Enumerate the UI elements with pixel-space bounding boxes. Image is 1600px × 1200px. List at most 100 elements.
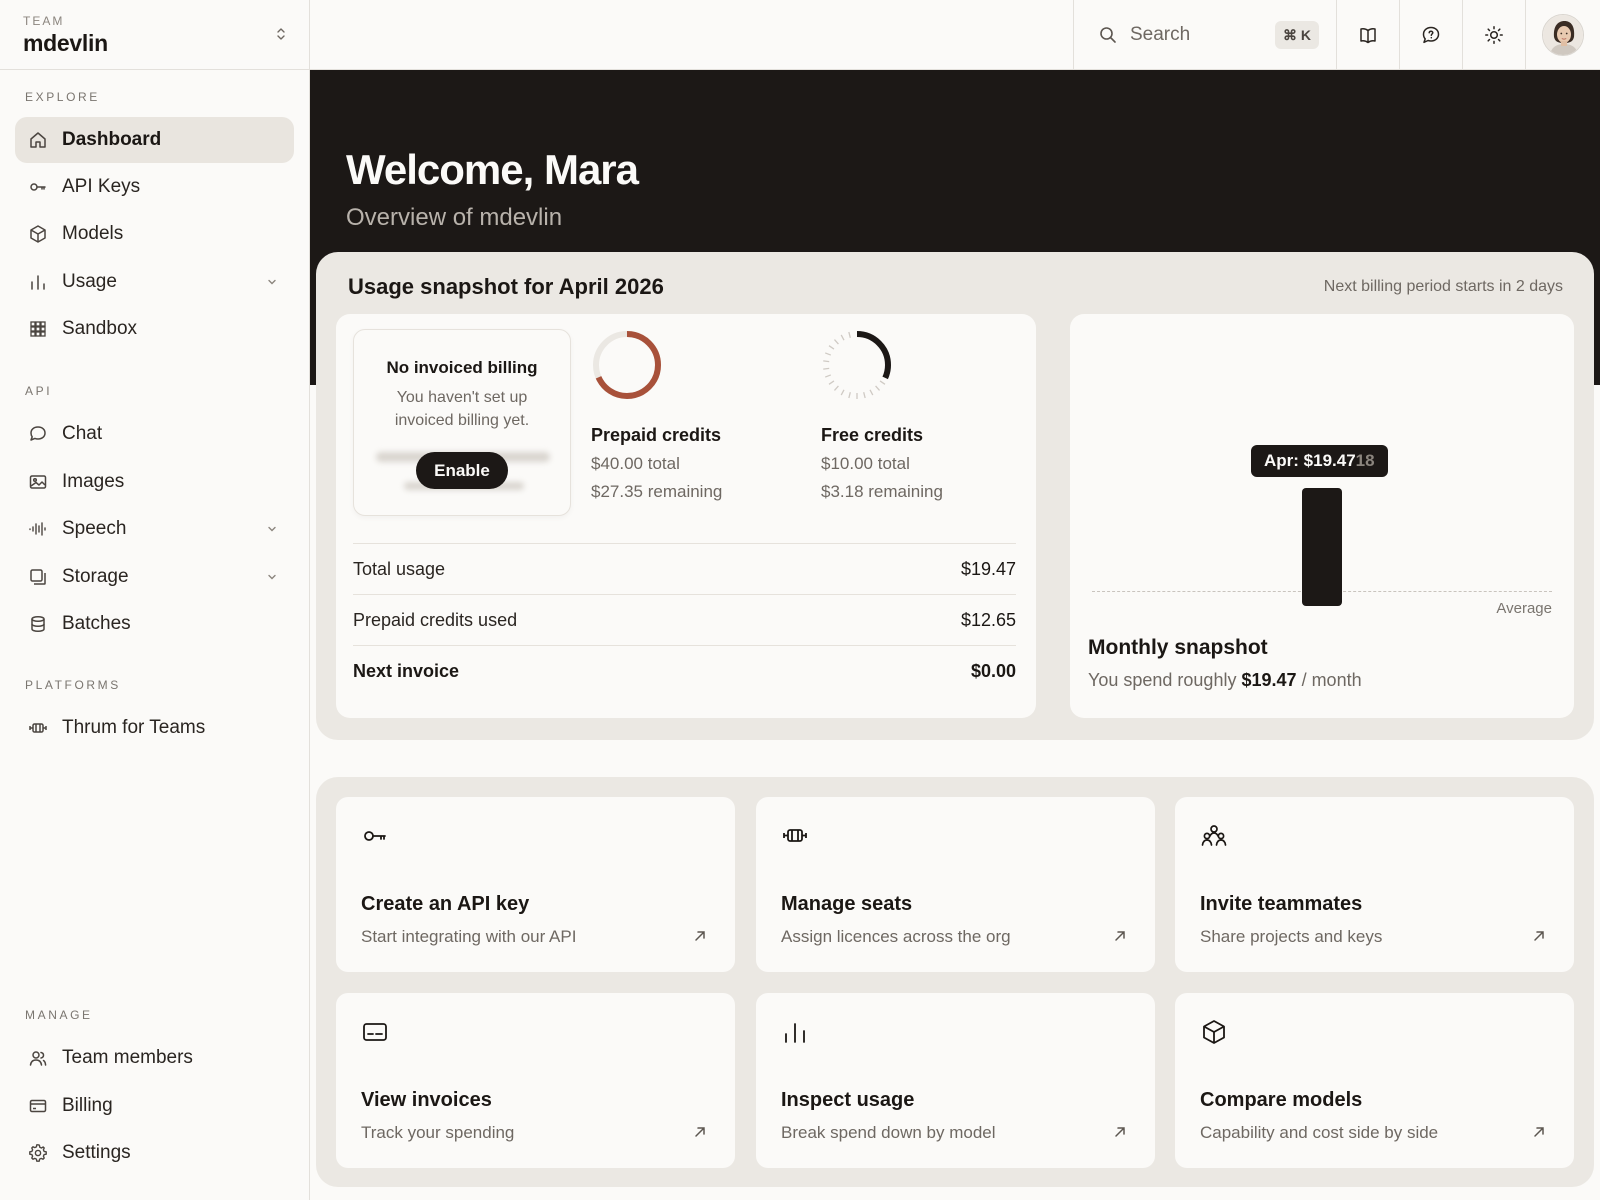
arrow-up-right-icon [1534, 1127, 1544, 1137]
action-description: Assign licences across the org [781, 927, 1011, 946]
sidebar: TEAM mdevlin EXPLORE Dashboard API Keys … [0, 0, 310, 1200]
team-name: mdevlin [23, 30, 108, 56]
free-credits-tick [840, 334, 845, 341]
action-title: Create an API key [361, 893, 530, 915]
key-icon [28, 177, 48, 197]
sidebar-item-label: Dashboard [62, 129, 162, 150]
action-description: Track your spending [361, 1123, 515, 1142]
chat-bubble-icon [28, 424, 48, 444]
page-title: Welcome, Mara [346, 146, 639, 193]
free-credits-tick [848, 331, 851, 338]
chevron-updown-icon[interactable] [275, 26, 287, 42]
seat-icon [28, 718, 48, 738]
free-credits-tick [823, 367, 830, 370]
free-credits-tick [840, 389, 845, 396]
next-invoice-row: Next invoice $0.00 [353, 645, 1016, 696]
next-invoice-value: $0.00 [970, 660, 1016, 681]
search-icon [1100, 27, 1116, 43]
sidebar-item-images[interactable]: Images [15, 459, 294, 505]
page-subtitle: Overview of mdevlin [346, 204, 563, 231]
sidebar-item-label: Settings [62, 1142, 131, 1163]
tooltip-amount-dim: 18 [1355, 451, 1375, 470]
prepaid-used-value: $12.65 [960, 609, 1016, 630]
key-icon [364, 831, 386, 841]
action-card-compare-models[interactable]: Compare models Capability and cost side … [1175, 993, 1574, 1168]
sidebar-item-models[interactable]: Models [15, 211, 294, 257]
credit-card-icon [28, 1096, 48, 1116]
free-credits-tick [824, 352, 832, 356]
quick-actions-panel: Create an API key Start integrating with… [316, 777, 1594, 1187]
team-switcher[interactable]: TEAM mdevlin [0, 0, 309, 70]
image-icon [28, 472, 48, 492]
free-credits-tick [875, 385, 881, 391]
free-credits-tick [869, 389, 874, 396]
sidebar-item-speech[interactable]: Speech [15, 506, 294, 552]
prepaid-credits-name: Prepaid credits [591, 425, 722, 445]
free-credits-tick [833, 339, 839, 345]
help-button[interactable] [1399, 0, 1462, 70]
free-credits-ring [823, 331, 891, 399]
section-label-manage: MANAGE [25, 1008, 93, 1022]
sidebar-item-thrum-for-teams[interactable]: Thrum for Teams [15, 705, 294, 751]
monthly-amount: $19.47 [1241, 670, 1297, 690]
free-credits-tick [824, 374, 832, 378]
action-card-inspect-usage[interactable]: Inspect usage Break spend down by model [756, 993, 1155, 1168]
sidebar-item-label: Billing [62, 1095, 113, 1116]
action-title: Compare models [1200, 1089, 1363, 1111]
average-label: Average [1496, 600, 1552, 617]
april-spend-bar[interactable] [1302, 488, 1342, 606]
cube-icon [28, 224, 48, 244]
arrow-up-right-icon [1534, 931, 1544, 941]
sidebar-item-settings[interactable]: Settings [15, 1130, 294, 1176]
sidebar-item-label: API Keys [62, 176, 141, 197]
free-credits-tick [833, 385, 839, 391]
action-card-manage-seats[interactable]: Manage seats Assign licences across the … [756, 797, 1155, 972]
arrow-up-right-icon [1115, 1127, 1125, 1137]
sidebar-item-billing[interactable]: Billing [15, 1083, 294, 1129]
search-button[interactable]: Search ⌘ K [1073, 0, 1336, 70]
sidebar-item-storage[interactable]: Storage [15, 554, 294, 600]
help-chat-icon [1422, 26, 1440, 44]
action-card-view-invoices[interactable]: View invoices Track your spending [336, 993, 735, 1168]
sidebar-item-sandbox[interactable]: Sandbox [15, 306, 294, 352]
database-icon [28, 614, 48, 634]
sidebar-item-label: Sandbox [62, 318, 138, 339]
sidebar-item-api-keys[interactable]: API Keys [15, 164, 294, 210]
chevron-down-icon[interactable] [266, 523, 278, 535]
action-card-create-api-key[interactable]: Create an API key Start integrating with… [336, 797, 735, 972]
action-card-invite-teammates[interactable]: Invite teammates Share projects and keys [1175, 797, 1574, 972]
free-credits-tick [863, 392, 866, 399]
search-shortcut: ⌘ K [1275, 21, 1319, 49]
top-bar: Search ⌘ K [310, 0, 1600, 70]
total-usage-row: Total usage $19.47 [353, 543, 1016, 594]
sidebar-item-dashboard[interactable]: Dashboard [15, 117, 294, 163]
chevron-down-icon[interactable] [266, 276, 278, 288]
theme-toggle[interactable] [1462, 0, 1525, 70]
sidebar-item-team-members[interactable]: Team members [15, 1035, 294, 1081]
monthly-prefix: You spend roughly [1088, 670, 1237, 690]
action-description: Share projects and keys [1200, 927, 1383, 946]
gear-icon [28, 1143, 48, 1163]
enable-invoiced-billing-button[interactable]: Enable [416, 452, 508, 489]
avatar [1542, 14, 1584, 56]
sidebar-item-chat[interactable]: Chat [15, 411, 294, 457]
sidebar-item-label: Chat [62, 423, 103, 444]
total-usage-value: $19.47 [960, 558, 1016, 579]
team-kicker: TEAM [23, 14, 65, 28]
sidebar-item-usage[interactable]: Usage [15, 259, 294, 305]
free-credits-tick [828, 345, 835, 350]
user-menu-button[interactable] [1525, 0, 1600, 70]
docs-button[interactable] [1336, 0, 1399, 70]
section-label-explore: EXPLORE [25, 90, 100, 104]
bar-chart-icon [785, 1023, 805, 1043]
snapshot-title: Usage snapshot for April 2026 [348, 274, 664, 299]
action-description: Start integrating with our API [361, 927, 577, 946]
prepaid-credits-remaining: $27.35 remaining [591, 482, 723, 501]
prepaid-used-row: Prepaid credits used $12.65 [353, 594, 1016, 645]
chevron-down-icon[interactable] [266, 571, 278, 583]
sidebar-item-batches[interactable]: Batches [15, 601, 294, 647]
monthly-snapshot-title: Monthly snapshot [1088, 636, 1268, 659]
free-credits-tick [823, 360, 830, 363]
free-credits-remaining: $3.18 remaining [821, 482, 943, 501]
sidebar-item-label: Storage [62, 566, 129, 587]
